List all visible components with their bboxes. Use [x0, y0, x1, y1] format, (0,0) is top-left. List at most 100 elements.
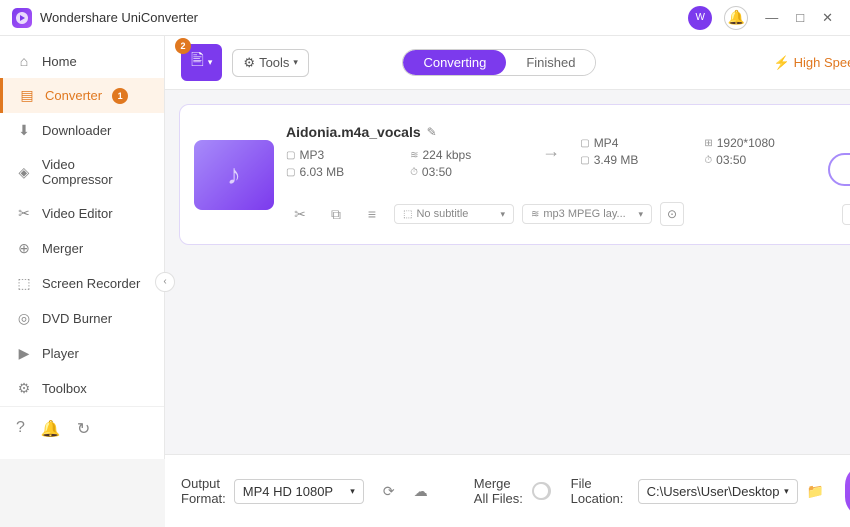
window-controls: — □ ✕ [760, 8, 838, 28]
add-files-button[interactable]: 2 🖹 ▾ [181, 44, 222, 81]
cut-icon[interactable]: ✂ [286, 200, 314, 228]
sidebar-item-downloader[interactable]: ⬇ Downloader [0, 113, 164, 148]
resolution-icon: ⊞ [704, 138, 712, 149]
location-value: C:\Users\User\Desktop [647, 484, 780, 499]
codec-select[interactable]: ≋ mp3 MPEG lay... ▾ [522, 204, 652, 224]
refresh-icon[interactable]: ↻ [77, 419, 90, 439]
format-icons: ⟳ ☁ [376, 478, 434, 504]
file-location-select[interactable]: C:\Users\User\Desktop ▾ [638, 479, 798, 504]
cloud-icon[interactable]: ☁ [408, 478, 434, 504]
sidebar-label-toolbox: Toolbox [42, 381, 87, 396]
meta-format: ▢ MP3 [286, 148, 398, 162]
file-card-inner: Aidonia.m4a_vocals ✎ ▢ MP3 ≋ 22 [286, 117, 850, 232]
sidebar-label-downloader: Downloader [42, 123, 111, 138]
minimize-button[interactable]: — [760, 8, 783, 27]
copy-icon[interactable]: ⧉ [322, 200, 350, 228]
folder-icon[interactable]: 📁 [806, 478, 826, 504]
sidebar-label-compressor: Video Compressor [42, 157, 148, 187]
input-size: 6.03 MB [299, 165, 344, 179]
sidebar-item-converter[interactable]: ▤ Converter 1 [0, 78, 164, 113]
file-info: Aidonia.m4a_vocals ✎ ▢ MP3 ≋ 22 [286, 124, 522, 179]
format-value: MP4 HD 1080P [243, 484, 333, 499]
convert-button[interactable]: Convert [828, 153, 850, 186]
sidebar: ⌂ Home ▤ Converter 1 ⬇ Downloader ◈ Vide… [0, 36, 165, 459]
out-resolution: ⊞ 1920*1080 [704, 136, 816, 150]
subtitle-label: No subtitle [416, 208, 468, 220]
tools-button[interactable]: ⚙ Tools ▾ [232, 49, 309, 77]
lightning-icon: ⚡ [773, 55, 789, 71]
sidebar-item-toolbox[interactable]: ⚙ Toolbox [0, 371, 164, 406]
location-caret: ▾ [784, 486, 789, 497]
out-format: ▢ MP4 [580, 136, 692, 150]
tab-converting[interactable]: Converting [403, 50, 506, 75]
sidebar-label-dvd: DVD Burner [42, 311, 112, 326]
converter-icon: ▤ [19, 87, 35, 104]
help-icon[interactable]: ? [16, 419, 25, 439]
arrow-icon: → [542, 141, 560, 162]
sidebar-label-home: Home [42, 54, 77, 69]
file-card: ♪ Aidonia.m4a_vocals ✎ ▢ MP3 [179, 104, 850, 245]
output-format-val: MP4 [594, 136, 619, 150]
app-body: ⌂ Home ▤ Converter 1 ⬇ Downloader ◈ Vide… [0, 36, 850, 527]
file-meta: ▢ MP3 ≋ 224 kbps ▢ 6.03 MB [286, 148, 522, 179]
sidebar-item-video-compressor[interactable]: ◈ Video Compressor [0, 148, 164, 196]
format-caret: ▾ [350, 486, 355, 497]
tab-finished[interactable]: Finished [506, 50, 595, 75]
sidebar-item-dvd-burner[interactable]: ◎ DVD Burner [0, 301, 164, 336]
sidebar-item-merger[interactable]: ⊕ Merger [0, 231, 164, 266]
toolbar: 2 🖹 ▾ ⚙ Tools ▾ Converting Finished ⚡ Hi… [165, 36, 850, 90]
size-icon: ▢ [286, 167, 295, 178]
file-location-section: File Location: C:\Users\User\Desktop ▾ 📁 [571, 476, 826, 506]
sidebar-item-video-editor[interactable]: ✂ Video Editor [0, 196, 164, 231]
file-thumbnail: ♪ [194, 140, 274, 210]
sidebar-item-home[interactable]: ⌂ Home [0, 44, 164, 78]
bell-icon[interactable]: 🔔 [41, 419, 61, 439]
input-duration: 03:50 [422, 165, 452, 179]
out-format-icon: ▢ [580, 138, 589, 149]
out-clock-icon: ⏱ [704, 155, 712, 166]
output-format-select[interactable]: MP4 HD 1080P ▾ [234, 479, 364, 504]
maximize-button[interactable]: □ [791, 8, 809, 27]
close-button[interactable]: ✕ [817, 8, 838, 28]
notification-icon[interactable]: 🔔 [724, 6, 748, 30]
music-icon: ♪ [227, 159, 241, 191]
sidebar-item-screen-recorder[interactable]: ⬚ Screen Recorder [0, 266, 164, 301]
add-files-wrapper: 2 🖹 ▾ [181, 44, 222, 81]
out-size: ▢ 3.49 MB [580, 153, 692, 167]
file-area: ♪ Aidonia.m4a_vocals ✎ ▢ MP3 [165, 90, 850, 454]
sidebar-label-editor: Video Editor [42, 206, 113, 221]
tab-group: Converting Finished [402, 49, 596, 76]
sidebar-wrapper: ⌂ Home ▤ Converter 1 ⬇ Downloader ◈ Vide… [0, 36, 165, 527]
sidebar-item-player[interactable]: ▶ Player [0, 336, 164, 371]
merge-files-section: Merge All Files: [474, 476, 551, 506]
home-icon: ⌂ [16, 53, 32, 69]
out-duration: ⏱ 03:50 [704, 153, 816, 167]
recorder-icon: ⬚ [16, 275, 32, 292]
sidebar-label-merger: Merger [42, 241, 83, 256]
toolbox-icon: ⚙ [16, 380, 32, 397]
sidebar-bottom: ? 🔔 ↻ [0, 406, 164, 451]
compressor-icon: ◈ [16, 164, 32, 181]
refresh-format-icon[interactable]: ⟳ [376, 478, 402, 504]
meta-size: ▢ 6.03 MB [286, 165, 398, 179]
output-format-label: Output Format: [181, 476, 226, 506]
sidebar-collapse-button[interactable]: ‹ [155, 272, 175, 292]
list-icon[interactable]: ≡ [358, 200, 386, 228]
tools-label: Tools [259, 55, 289, 70]
screenshot-icon[interactable]: ⊙ [660, 202, 684, 226]
dvd-icon: ◎ [16, 310, 32, 327]
merge-toggle[interactable] [532, 482, 550, 500]
subtitle-select[interactable]: ⬚ No subtitle ▾ [394, 204, 514, 224]
file-actions-col: ⚙ Convert [828, 117, 850, 186]
file-name: Aidonia.m4a_vocals [286, 124, 421, 140]
start-all-button[interactable]: Start All [845, 465, 850, 517]
file-icon-row: ✂ ⧉ ≡ [286, 196, 386, 232]
edit-icon[interactable]: ✎ [427, 125, 437, 139]
output-resolution: 1920*1080 [717, 136, 775, 150]
output-format-section: Output Format: MP4 HD 1080P ▾ ⟳ ☁ [181, 476, 434, 506]
speed-badge: ⚡ High Speed Conversion [773, 55, 850, 71]
settings-button[interactable]: ⚙ Settings [842, 204, 850, 225]
profile-icon[interactable]: W [688, 6, 712, 30]
sidebar-label-recorder: Screen Recorder [42, 276, 140, 291]
output-duration: 03:50 [716, 153, 746, 167]
